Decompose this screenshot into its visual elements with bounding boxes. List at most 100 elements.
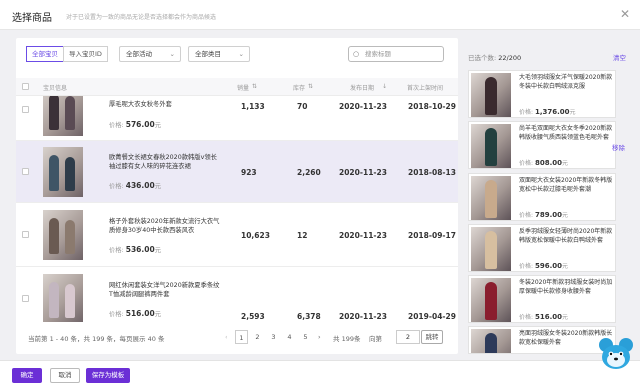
row-checkbox[interactable] [22, 106, 29, 113]
row-checkbox[interactable] [22, 168, 29, 175]
sort-desc-icon[interactable]: ↓ [382, 83, 387, 90]
pagination: 当前第 1 - 40 条，共 199 条，每页展示 40 条 ‹ 1 2 3 4… [16, 328, 458, 348]
cancel-button[interactable]: 取消 [50, 368, 80, 383]
source-tabs: 全部宝贝 导入宝贝ID [26, 46, 108, 62]
modal-subtitle: 对于已设置为一致的商品无论是否选择都会作为商品候选 [66, 14, 217, 21]
modal-footer: 确定 取消 保存为模板 [0, 360, 640, 386]
selected-item-name: 双面呢大衣女装2020年新款冬韩版宽松中长款过膝毛呢外套潮 [519, 177, 613, 193]
page-3[interactable]: 3 [267, 330, 280, 344]
selected-item-name: 反季羽绒服女轻薄时尚2020年新款韩版宽松保暖中长款白鸭绒外套 [519, 228, 613, 244]
stock-value: 6,378 [297, 312, 321, 321]
category-select[interactable]: 全部类目 ⌄ [188, 46, 250, 62]
pagination-summary: 当前第 1 - 40 条，共 199 条，每页展示 40 条 [28, 335, 165, 343]
select-all-checkbox[interactable] [22, 83, 29, 90]
selected-item-thumbnail [471, 278, 511, 322]
activity-select-value: 全部活动 [126, 50, 152, 58]
selected-count: 已选个数: 22/200 [468, 54, 522, 62]
total-count: 共 199条 [333, 335, 361, 343]
goto-label: 向第 [369, 335, 382, 343]
selected-item-price: 价格: 808.00元 [519, 159, 568, 167]
sales-value: 2,593 [241, 312, 265, 321]
sales-value: 1,133 [241, 102, 265, 111]
tab-import-ids[interactable]: 导入宝贝ID [63, 46, 108, 62]
product-price: 价格: 516.00元 [109, 309, 161, 318]
row-checkbox[interactable] [22, 295, 29, 302]
col-first-listed: 首次上架时间 [407, 85, 444, 92]
product-price: 价格: 536.00元 [109, 245, 161, 254]
product-list-panel: 全部宝贝 导入宝贝ID 全部活动 ⌄ 全部类目 ⌄ ○ 搜索标题 宝贝信息 销量… [16, 38, 458, 354]
selected-item[interactable]: 亮面羽绒服女冬装2020新款韩版长款宽松保暖外套 [468, 326, 616, 354]
search-input[interactable]: ○ 搜索标题 [348, 46, 444, 62]
stock-value: 12 [297, 231, 308, 240]
goto-page-input[interactable]: 2 [396, 330, 420, 344]
first-listed-date: 2019-04-29 [408, 312, 456, 321]
table-row[interactable]: 格子外套秋装2020年新款女流行大衣气质修身30岁40中长款西装风衣 价格: 5… [16, 203, 458, 267]
product-name: 欧菁餐文长裙女春秋2020款韩版v领长袖过膝有女人味的碎花连衣裙 [109, 154, 217, 170]
col-sales[interactable]: 销量 [237, 83, 249, 92]
confirm-button[interactable]: 确定 [12, 368, 42, 383]
selected-panel: 已选个数: 22/200 清空 大毛领羽绒服女洋气保暖2020新款冬装中长款白鸭… [460, 38, 634, 354]
tab-all-products[interactable]: 全部宝贝 [26, 46, 64, 62]
mascot-icon[interactable] [598, 336, 634, 370]
selected-item-name: 尚羊毛双面呢大衣女冬季2020新款韩版收腰气质西装领蓝色毛呢外套 [519, 125, 613, 141]
sort-icon[interactable]: ⇅ [308, 83, 313, 90]
next-page-icon[interactable]: › [318, 333, 321, 341]
page-1[interactable]: 1 [235, 330, 248, 344]
table-row[interactable]: 网红休闲套装女洋气2020新款夏季条纹T恤减龄阔腿裤两件套 价格: 516.00… [16, 267, 458, 322]
product-name: 厚毛呢大衣女秋冬外套 [109, 101, 172, 108]
goto-button[interactable]: 跳转 [421, 330, 443, 344]
selected-item-price: 价格: 789.00元 [519, 211, 568, 219]
selected-item[interactable]: 双面呢大衣女装2020年新款冬韩版宽松中长款过膝毛呢外套潮 价格: 789.00… [468, 173, 616, 221]
stock-value: 2,260 [297, 168, 321, 177]
first-listed-date: 2018-09-17 [408, 231, 456, 240]
stock-value: 70 [297, 102, 308, 111]
selected-item-thumbnail [471, 176, 511, 220]
product-thumbnail [43, 274, 83, 322]
selected-item[interactable]: 反季羽绒服女轻薄时尚2020年新款韩版宽松保暖中长款白鸭绒外套 价格: 596.… [468, 224, 616, 272]
prev-page-icon[interactable]: ‹ [225, 333, 228, 341]
product-table-body: 厚毛呢大衣女秋冬外套 价格: 576.00元 1,133 70 2020-11-… [16, 96, 458, 322]
table-header: 宝贝信息 销量 ⇅ 库存 ⇅ 发布日期 ↓ 首次上架时间 [16, 78, 458, 96]
col-stock[interactable]: 库存 [293, 83, 305, 92]
selected-item[interactable]: 尚羊毛双面呢大衣女冬季2020新款韩版收腰气质西装领蓝色毛呢外套 价格: 808… [468, 121, 616, 169]
table-row[interactable]: 欧菁餐文长裙女春秋2020款韩版v领长袖过膝有女人味的碎花连衣裙 价格: 436… [16, 141, 458, 203]
close-icon[interactable]: ✕ [620, 7, 630, 21]
chevron-down-icon: ⌄ [238, 50, 244, 58]
page-4[interactable]: 4 [283, 330, 296, 344]
save-template-button[interactable]: 保存为模板 [86, 368, 130, 383]
chevron-down-icon: ⌄ [169, 50, 175, 58]
selected-item-thumbnail [471, 227, 511, 271]
search-icon: ○ [353, 50, 360, 58]
row-checkbox[interactable] [22, 231, 29, 238]
selected-item-name: 大毛领羽绒服女洋气保暖2020新款冬装中长款白鸭绒派克服 [519, 74, 613, 90]
page-5[interactable]: 5 [299, 330, 312, 344]
selected-item-name: 冬装2020年新款羽绒服女装时尚加厚保暖中长款修身收腰外套 [519, 279, 613, 295]
selected-item-price: 价格: 516.00元 [519, 313, 568, 321]
activity-select[interactable]: 全部活动 ⌄ [119, 46, 181, 62]
product-name: 网红休闲套装女洋气2020新款夏季条纹T恤减龄阔腿裤两件套 [109, 282, 220, 298]
page-2[interactable]: 2 [251, 330, 264, 344]
selected-item-price: 价格: 596.00元 [519, 262, 568, 270]
selected-item-thumbnail [471, 73, 511, 117]
sort-icon[interactable]: ⇅ [252, 83, 257, 90]
selected-item-thumbnail [471, 329, 511, 353]
select-products-modal: 选择商品 对于已设置为一致的商品无论是否选择都会作为商品候选 ✕ 全部宝贝 导入… [0, 0, 640, 386]
modal-title: 选择商品 [12, 13, 52, 24]
modal-header: 选择商品 对于已设置为一致的商品无论是否选择都会作为商品候选 ✕ [0, 0, 640, 30]
col-info: 宝贝信息 [43, 85, 68, 92]
publish-date: 2020-11-23 [339, 102, 387, 111]
selected-item[interactable]: 大毛领羽绒服女洋气保暖2020新款冬装中长款白鸭绒派克服 价格: 1,376.0… [468, 70, 616, 118]
col-date[interactable]: 发布日期 [350, 83, 374, 92]
table-row[interactable]: 厚毛呢大衣女秋冬外套 价格: 576.00元 1,133 70 2020-11-… [16, 96, 458, 141]
product-thumbnail [43, 210, 83, 260]
publish-date: 2020-11-23 [339, 231, 387, 240]
remove-item-link[interactable]: 移除 [612, 142, 625, 152]
selected-item-thumbnail [471, 124, 511, 168]
search-placeholder: 搜索标题 [365, 50, 391, 58]
sales-value: 923 [241, 168, 257, 177]
sales-value: 10,623 [241, 231, 270, 240]
product-name: 格子外套秋装2020年新款女流行大衣气质修身30岁40中长款西装风衣 [109, 218, 220, 234]
selected-item[interactable]: 冬装2020年新款羽绒服女装时尚加厚保暖中长款修身收腰外套 价格: 516.00… [468, 275, 616, 323]
clear-all-link[interactable]: 清空 [613, 52, 626, 62]
product-thumbnail [43, 96, 83, 136]
